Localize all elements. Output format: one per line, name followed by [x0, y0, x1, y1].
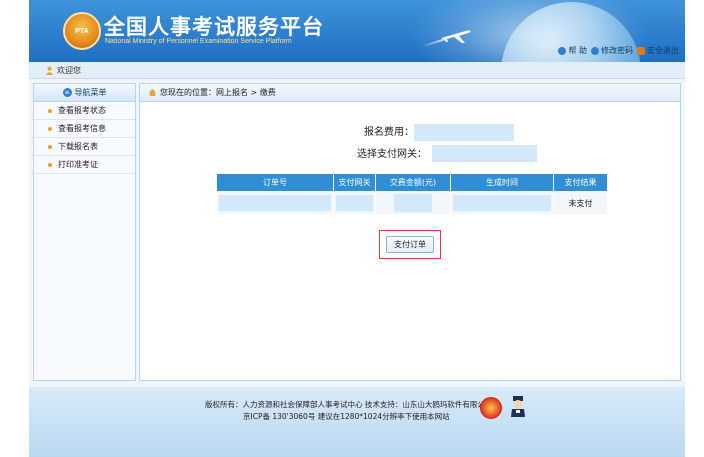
sidebar-item-print-ticket[interactable]: 打印准考证	[34, 156, 135, 174]
bullet-icon	[48, 144, 52, 149]
logout-icon	[637, 46, 645, 55]
footer-text: 版权所有：人力资源和社会保障部人事考试中心 技术支持：山东山大鸥玛软件有限公司 …	[205, 399, 492, 423]
welcome-text: 欢迎您	[57, 65, 81, 75]
help-label: 帮 助	[568, 46, 587, 55]
orders-header-row: 订单号 支付网关 交费金额(元) 生成时间 支付结果	[216, 173, 608, 192]
copyright-line: 版权所有：人力资源和社会保障部人事考试中心 技术支持：山东山大鸥玛软件有限公司	[205, 400, 493, 409]
col-created: 生成时间	[450, 173, 554, 192]
main-content: 您现在的位置：网上报名 > 缴费 报名费用： 选择支付网关： 订单号 支付网关 …	[139, 83, 681, 381]
col-result: 支付结果	[553, 173, 608, 192]
bullet-icon	[48, 162, 52, 167]
fee-label: 报名费用：	[364, 127, 414, 138]
pay-button-highlight: 支付订单	[379, 230, 441, 259]
change-password-label: 修改密码	[601, 46, 633, 55]
logout-label: 安全退出	[647, 46, 679, 55]
nav-menu-title: 导航菜单	[74, 88, 107, 97]
bullet-icon	[48, 126, 52, 131]
gateway-label: 选择支付网关：	[357, 149, 427, 160]
order-no-cell	[216, 191, 334, 215]
col-amount: 交费金额(元)	[375, 173, 451, 192]
page-frame: PTA 全国人事考试服务平台 National Ministry of Pers…	[29, 0, 685, 457]
fee-value-masked	[414, 124, 514, 141]
site-title: 全国人事考试服务平台	[104, 16, 324, 39]
created-cell	[450, 191, 554, 215]
airplane-icon	[441, 30, 471, 43]
top-links: 帮 助 修改密码 安全退出	[558, 45, 679, 56]
pay-order-button[interactable]: 支付订单	[386, 236, 434, 253]
pta-logo: PTA	[63, 12, 101, 50]
breadcrumb-text: 您现在的位置：网上报名 > 缴费	[160, 88, 276, 97]
sidebar-item-exam-status[interactable]: 查看报考状态	[34, 102, 135, 120]
key-icon	[591, 46, 599, 55]
col-order-no: 订单号	[216, 173, 334, 192]
sidebar-item-label: 下载报名表	[58, 142, 98, 151]
sidebar-item-label: 查看报考状态	[58, 106, 106, 115]
col-gateway: 支付网关	[333, 173, 376, 192]
cyber-police-icon	[511, 396, 525, 417]
site-footer: 版权所有：人力资源和社会保障部人事考试中心 技术支持：山东山大鸥玛软件有限公司 …	[29, 387, 685, 457]
amount-masked	[394, 194, 432, 212]
sidebar-item-exam-info[interactable]: 查看报考信息	[34, 120, 135, 138]
created-masked	[453, 195, 551, 211]
orders-table: 订单号 支付网关 交费金额(元) 生成时间 支付结果 未支付	[216, 173, 608, 215]
sidebar-item-label: 查看报考信息	[58, 124, 106, 133]
help-link[interactable]: 帮 助	[558, 45, 587, 56]
bullet-icon	[48, 108, 52, 113]
gateway-masked	[336, 195, 373, 211]
breadcrumb: 您现在的位置：网上报名 > 缴费	[140, 84, 680, 102]
logout-link[interactable]: 安全退出	[637, 45, 679, 56]
sidebar-item-download-form[interactable]: 下载报名表	[34, 138, 135, 156]
change-password-link[interactable]: 修改密码	[591, 45, 633, 56]
menu-icon: ≡	[62, 88, 72, 97]
nav-menu-header: ≡ 导航菜单	[34, 84, 135, 102]
home-icon	[148, 88, 157, 97]
icp-line: 京ICP备 130'3060号 建议在1280*1024分辨率下使用本网站	[243, 412, 450, 421]
table-row: 未支付	[216, 191, 608, 215]
gateway-cell	[333, 191, 376, 215]
police-badge-icon	[480, 397, 502, 419]
gateway-select-masked[interactable]	[432, 145, 537, 162]
amount-cell	[375, 191, 451, 215]
site-header: PTA 全国人事考试服务平台 National Ministry of Pers…	[29, 0, 685, 62]
sidebar-item-label: 打印准考证	[58, 160, 98, 169]
logo-text: PTA	[75, 27, 89, 35]
user-icon	[45, 66, 54, 75]
welcome-bar: 欢迎您	[29, 62, 685, 79]
site-subtitle: National Ministry of Personnel Examinati…	[105, 38, 292, 45]
order-no-masked	[219, 195, 331, 211]
help-icon	[558, 46, 567, 55]
result-cell: 未支付	[553, 191, 608, 215]
nav-sidebar: ≡ 导航菜单 查看报考状态 查看报考信息 下载报名表 打印准考证	[33, 83, 136, 381]
